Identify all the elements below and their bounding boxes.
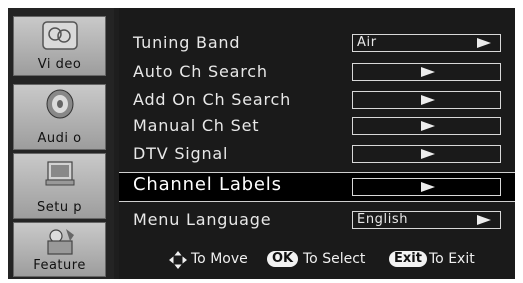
right-arrow-icon bbox=[421, 95, 435, 105]
channel-labels-button[interactable] bbox=[352, 178, 501, 196]
audio-speaker-icon bbox=[46, 89, 73, 119]
to-select-text: To Select bbox=[303, 251, 366, 267]
menu-row-dtv-signal[interactable]: DTV Signal bbox=[119, 142, 515, 166]
four-way-arrow-icon bbox=[169, 251, 187, 269]
to-move-text: To Move bbox=[191, 251, 248, 267]
channel-menu-panel: Tuning Band Air Auto Ch Search Add On Ch… bbox=[119, 8, 515, 279]
right-arrow-icon bbox=[477, 215, 491, 225]
menu-row-label: Tuning Band bbox=[133, 33, 241, 52]
video-icon bbox=[41, 21, 78, 50]
sidebar-item-label: Vi deo bbox=[37, 57, 82, 72]
menu-row-channel-labels[interactable]: Channel Labels bbox=[119, 172, 515, 202]
menu-row-manual-ch-set[interactable]: Manual Ch Set bbox=[119, 114, 515, 138]
right-arrow-icon bbox=[421, 121, 435, 131]
menu-row-label: Channel Labels bbox=[133, 174, 282, 195]
tv-menu-frame: Vi deo Audi o Setu p Feature Tuning Band… bbox=[8, 8, 515, 279]
add-on-ch-search-button[interactable] bbox=[352, 91, 501, 109]
sidebar: Vi deo Audi o Setu p Feature bbox=[8, 8, 114, 279]
menu-row-auto-ch-search[interactable]: Auto Ch Search bbox=[119, 60, 515, 84]
menu-language-value: English bbox=[357, 212, 409, 227]
right-arrow-icon bbox=[421, 149, 435, 159]
exit-key-badge: Exit bbox=[389, 251, 427, 267]
sidebar-item-audio[interactable]: Audi o bbox=[13, 84, 106, 150]
right-arrow-icon bbox=[477, 38, 491, 48]
sidebar-item-label: Feature bbox=[33, 258, 86, 273]
menu-row-add-on-ch-search[interactable]: Add On Ch Search bbox=[119, 88, 515, 112]
sidebar-item-label: Audi o bbox=[37, 131, 82, 146]
menu-row-label: Auto Ch Search bbox=[133, 62, 268, 81]
auto-ch-search-button[interactable] bbox=[352, 63, 501, 81]
dtv-signal-button[interactable] bbox=[352, 145, 501, 163]
navigation-hint-bar: To Move OK To Select Exit To Exit bbox=[119, 248, 515, 272]
sidebar-item-label: Setu p bbox=[37, 200, 82, 215]
sidebar-item-setup[interactable]: Setu p bbox=[13, 153, 106, 219]
menu-row-label: Manual Ch Set bbox=[133, 116, 260, 135]
menu-row-menu-language[interactable]: Menu Language English bbox=[119, 208, 515, 232]
tuning-band-value: Air bbox=[357, 35, 377, 50]
tuning-band-select[interactable]: Air bbox=[352, 34, 501, 52]
sidebar-item-video[interactable]: Vi deo bbox=[13, 16, 106, 76]
feature-icon bbox=[46, 229, 74, 255]
menu-row-label: Add On Ch Search bbox=[133, 90, 292, 109]
right-arrow-icon bbox=[421, 182, 435, 192]
ok-key-badge: OK bbox=[267, 251, 299, 267]
manual-ch-set-button[interactable] bbox=[352, 117, 501, 135]
to-exit-text: To Exit bbox=[429, 251, 475, 267]
menu-row-label: Menu Language bbox=[133, 210, 272, 229]
setup-icon bbox=[45, 161, 74, 186]
menu-language-select[interactable]: English bbox=[352, 211, 501, 229]
menu-row-label: DTV Signal bbox=[133, 144, 229, 163]
sidebar-item-feature[interactable]: Feature bbox=[13, 222, 106, 277]
right-arrow-icon bbox=[421, 67, 435, 77]
menu-row-tuning-band[interactable]: Tuning Band Air bbox=[119, 31, 515, 55]
